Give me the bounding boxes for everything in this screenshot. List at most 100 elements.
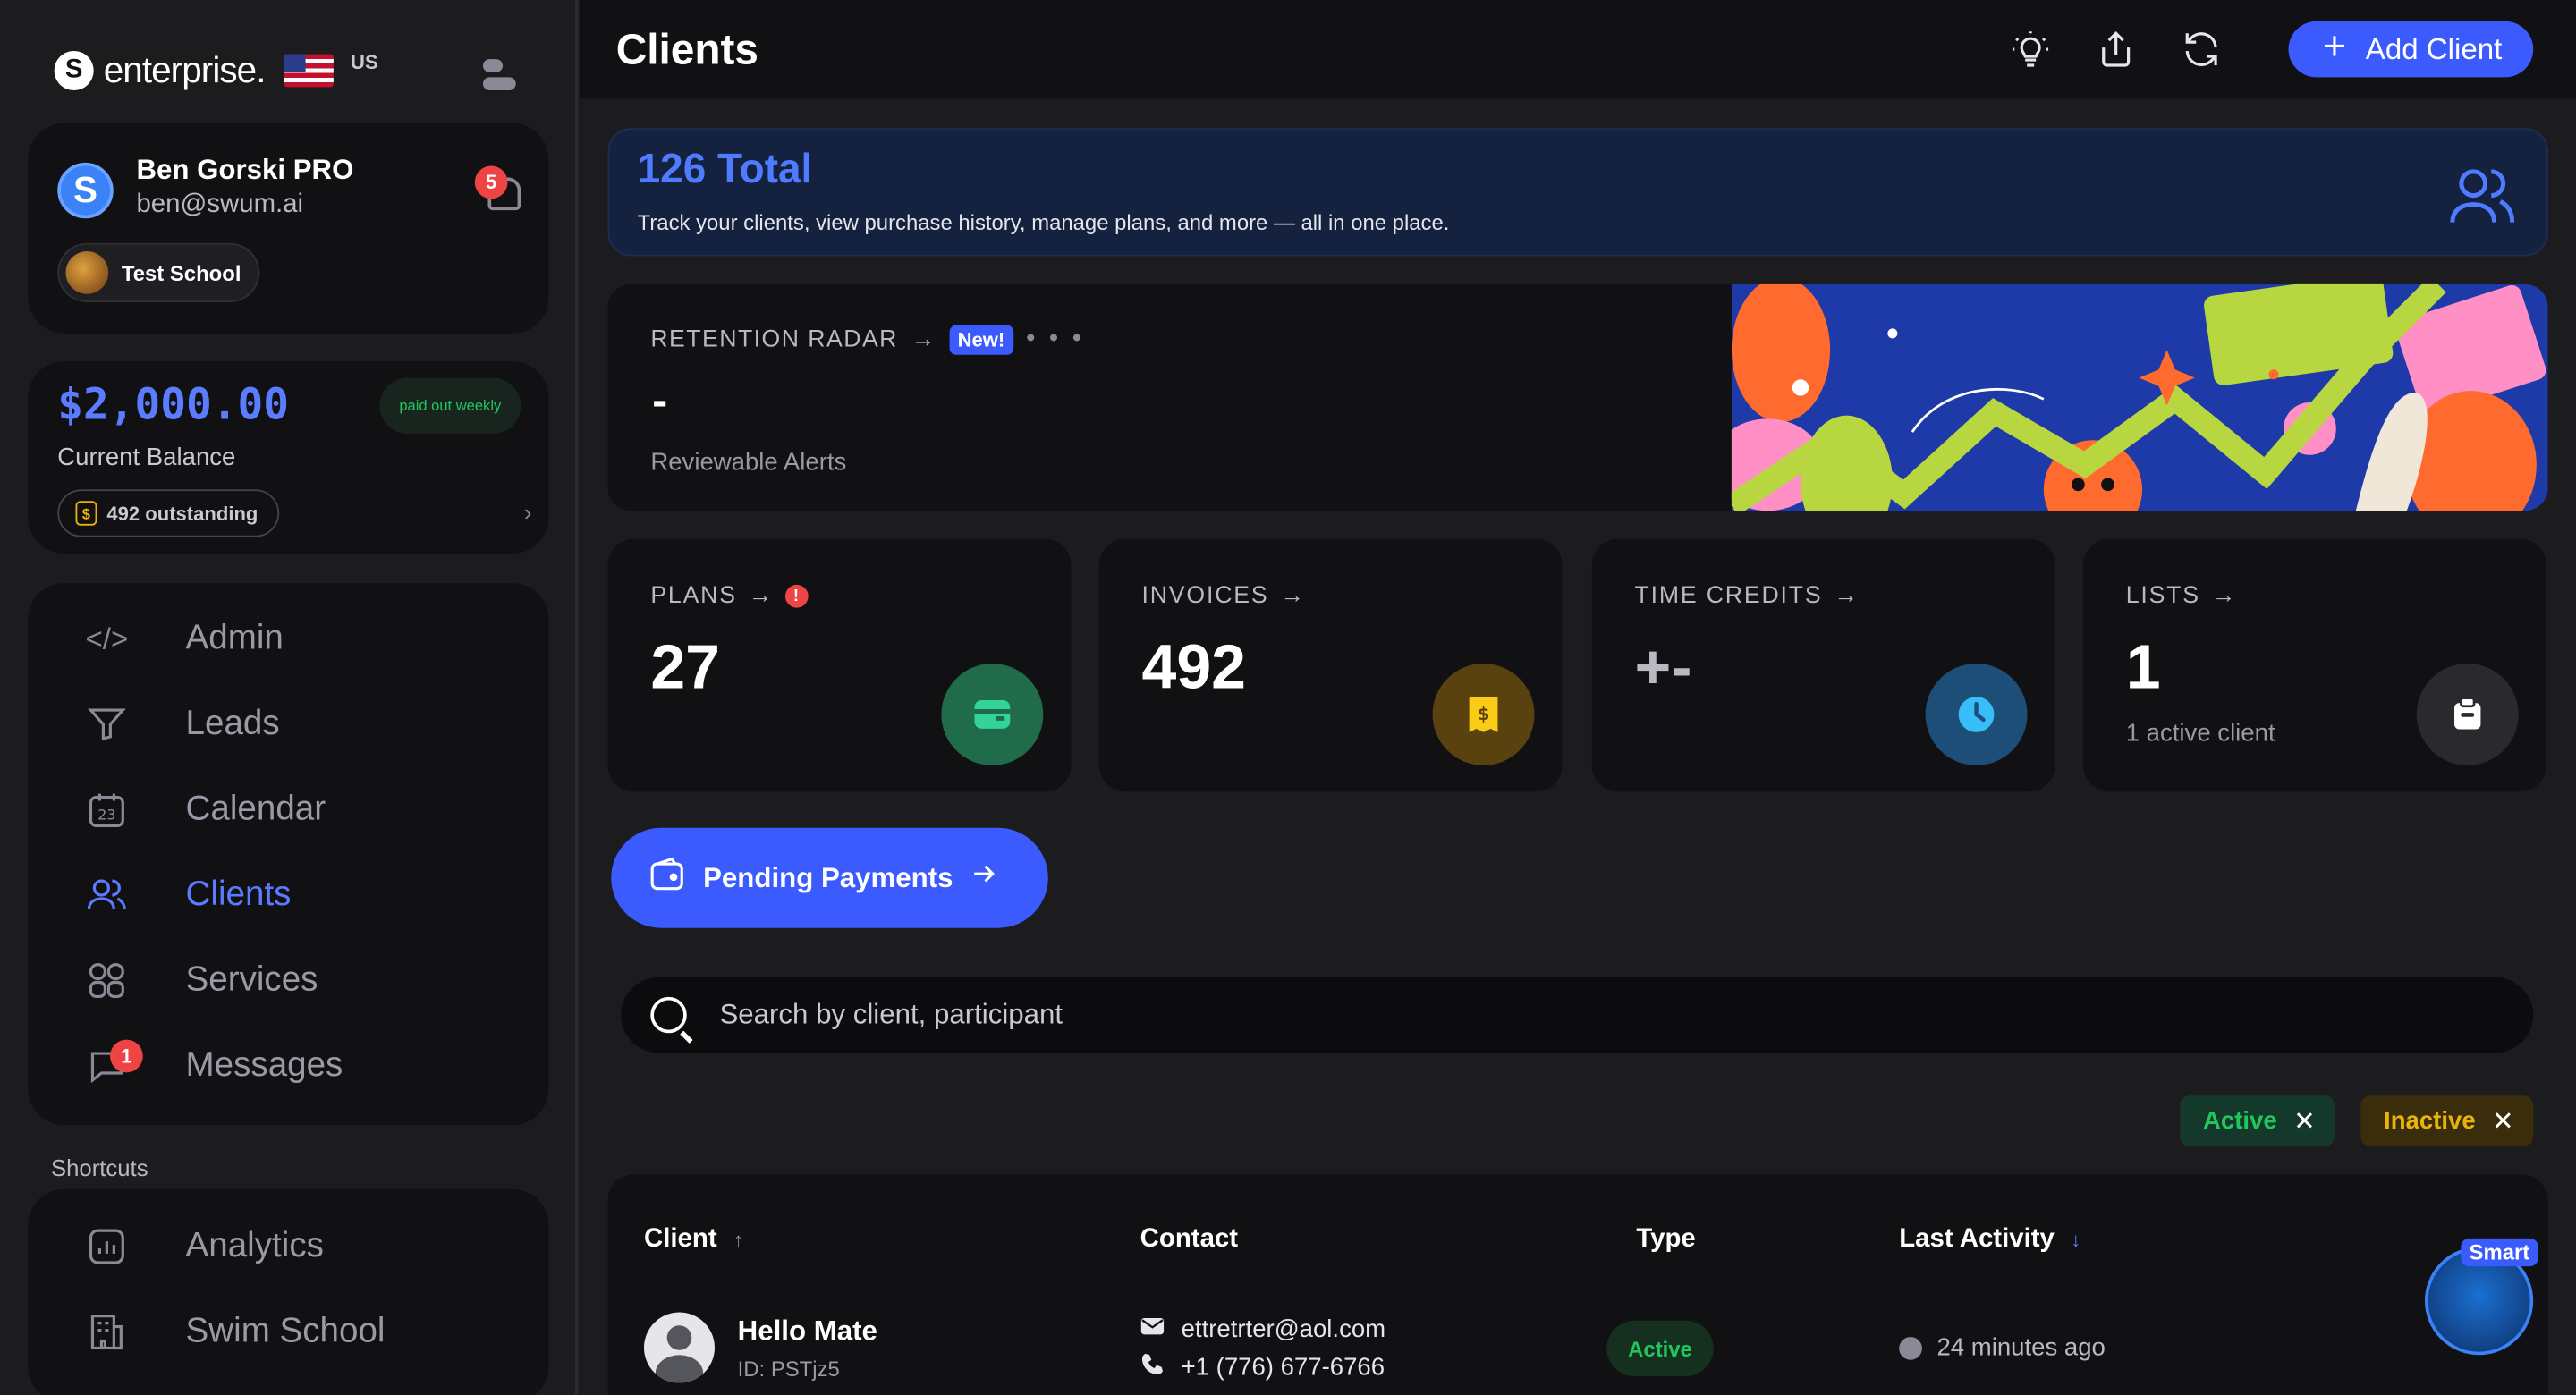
invoices-label: INVOICES →	[1142, 583, 1306, 609]
lists-label: LISTS →	[2126, 583, 2238, 609]
arrow-right-icon	[970, 859, 999, 897]
client-id: ID: PSTjz5	[737, 1357, 840, 1382]
retention-radar-card[interactable]: RETENTION RADAR → New! • • • - Reviewabl…	[607, 283, 2548, 512]
receipt-glyph: $	[1478, 704, 1490, 724]
lists-stat-card[interactable]: LISTS → 1 1 active client	[2082, 538, 2546, 792]
pending-payments-label: Pending Payments	[703, 861, 953, 893]
code-icon: </>	[85, 621, 129, 655]
time-credits-stat-card[interactable]: TIME CREDITS → +-	[1591, 538, 2055, 792]
column-header-label: Last Activity	[1899, 1225, 2055, 1254]
avatar[interactable]: S	[57, 162, 114, 219]
us-flag-icon[interactable]	[284, 54, 335, 88]
school-selector[interactable]: Test School	[57, 242, 259, 302]
sidebar-item-leads[interactable]: Leads	[28, 685, 548, 764]
brand[interactable]: S enterprise. US	[54, 49, 378, 92]
column-header-type[interactable]: Type	[1636, 1225, 1695, 1255]
invoice-icon: $	[75, 501, 97, 526]
sort-desc-icon[interactable]: ↓	[2071, 1229, 2080, 1252]
arrow-right-icon: →	[911, 326, 936, 353]
sidebar-item-label: Analytics	[185, 1227, 324, 1265]
building-icon	[84, 1309, 130, 1355]
sidebar-item-services[interactable]: Services	[28, 941, 548, 1019]
outstanding-pill[interactable]: $ 492 outstanding	[57, 489, 280, 537]
profile-name: Ben Gorski PRO	[136, 154, 354, 186]
shortcuts-nav: Analytics Swim School	[28, 1188, 549, 1395]
time-credits-value: +-	[1634, 633, 1692, 704]
lists-value: 1	[2125, 633, 2161, 704]
arrow-right-icon: →	[1834, 583, 1860, 610]
chevron-right-icon[interactable]: ›	[524, 499, 532, 525]
stat-label-text: INVOICES	[1141, 583, 1269, 610]
sidebar-item-label: Messages	[185, 1045, 343, 1085]
activity-text: 24 minutes ago	[1936, 1333, 2106, 1362]
top-bar: Clients Add Client	[580, 0, 2576, 99]
filter-chip-active[interactable]: Active ✕	[2180, 1095, 2335, 1147]
column-header-label: Contact	[1140, 1225, 1239, 1254]
email-text: ettretrter@aol.com	[1181, 1315, 1386, 1344]
sidebar-item-label: Admin	[185, 619, 284, 657]
client-name[interactable]: Hello Mate	[738, 1315, 877, 1348]
retention-illustration	[1711, 283, 2548, 512]
invoices-stat-card[interactable]: INVOICES → 492 $	[1098, 538, 1563, 792]
sort-asc-icon[interactable]: ↑	[733, 1229, 743, 1252]
refresh-icon[interactable]	[2180, 28, 2223, 71]
phone-text: +1 (776) 677-6766	[1181, 1353, 1385, 1382]
lightbulb-icon[interactable]	[2009, 28, 2052, 71]
calendar-day: 23	[97, 806, 115, 823]
column-header-contact[interactable]: Contact	[1140, 1225, 1238, 1255]
share-icon[interactable]	[2095, 28, 2138, 71]
sidebar: S enterprise. US S Ben Gorski PRO ben@sw…	[0, 0, 579, 1395]
users-icon	[84, 872, 130, 917]
balance-amount: $2,000.00	[57, 381, 290, 431]
school-name: Test School	[121, 260, 242, 285]
client-phone[interactable]: +1 (776) 677-6766	[1140, 1352, 1385, 1383]
arrow-right-icon: →	[1280, 583, 1306, 610]
users-icon	[2446, 163, 2519, 228]
brand-logo: S	[54, 50, 94, 91]
search-input[interactable]	[719, 976, 2495, 1053]
filter-chip-inactive[interactable]: Inactive ✕	[2360, 1095, 2534, 1147]
status-badge: Active	[1606, 1320, 1714, 1377]
outstanding-label: 492 outstanding	[106, 502, 258, 525]
last-activity: 24 minutes ago	[1899, 1333, 2106, 1362]
column-header-label: Client	[643, 1225, 717, 1254]
stat-label-text: PLANS	[650, 583, 737, 610]
sidebar-item-label: Swim School	[185, 1312, 386, 1350]
sidebar-item-swim-school[interactable]: Swim School	[28, 1292, 548, 1371]
close-icon[interactable]: ✕	[2492, 1104, 2514, 1137]
mail-icon	[1140, 1315, 1165, 1343]
sidebar-item-calendar[interactable]: 23 Calendar	[28, 770, 548, 849]
pending-payments-button[interactable]: Pending Payments	[611, 827, 1048, 928]
plans-label: PLANS → !	[650, 583, 809, 610]
radar-title-label: RETENTION RADAR	[650, 326, 898, 353]
column-header-last-activity[interactable]: Last Activity ↓	[1899, 1225, 2080, 1255]
more-icon[interactable]: • • •	[1026, 326, 1085, 355]
column-header-client[interactable]: Client ↑	[644, 1225, 743, 1255]
sidebar-toggle-icon[interactable]	[482, 59, 519, 95]
clients-summary-banner: 126 Total Track your clients, view purch…	[607, 128, 2548, 257]
wallet-icon	[648, 854, 687, 901]
funnel-icon	[84, 701, 130, 747]
smart-tag: Smart	[2461, 1238, 2538, 1267]
main-nav: </> Admin Leads 23 Calendar Clients Serv…	[28, 583, 549, 1126]
profile-card[interactable]: S Ben Gorski PRO ben@swum.ai Test School	[28, 123, 549, 334]
retention-radar-title[interactable]: RETENTION RADAR → New! • • •	[650, 325, 1085, 355]
sidebar-item-messages[interactable]: Messages	[28, 1027, 548, 1105]
clock-icon	[1925, 664, 2028, 765]
search-bar[interactable]	[621, 976, 2534, 1053]
profile-email: ben@swum.ai	[136, 190, 304, 219]
balance-card[interactable]: $2,000.00 Current Balance paid out weekl…	[28, 361, 549, 554]
region-label[interactable]: US	[351, 51, 378, 74]
sidebar-item-analytics[interactable]: Analytics	[28, 1207, 548, 1286]
smart-assistant-button[interactable]: Smart	[2424, 1238, 2540, 1356]
sidebar-item-clients[interactable]: Clients	[28, 856, 548, 934]
close-icon[interactable]: ✕	[2293, 1104, 2316, 1137]
plans-stat-card[interactable]: PLANS → ! 27	[607, 538, 1072, 792]
phone-icon	[1140, 1352, 1165, 1383]
sidebar-item-admin[interactable]: </> Admin	[28, 599, 548, 678]
arrow-right-icon: →	[2211, 583, 2238, 610]
notification-badge: 5	[474, 165, 508, 199]
add-client-button[interactable]: Add Client	[2288, 21, 2534, 78]
clients-table: Client ↑ Contact Type Last Activity ↓ He…	[607, 1174, 2548, 1395]
client-email[interactable]: ettretrter@aol.com	[1140, 1315, 1385, 1343]
